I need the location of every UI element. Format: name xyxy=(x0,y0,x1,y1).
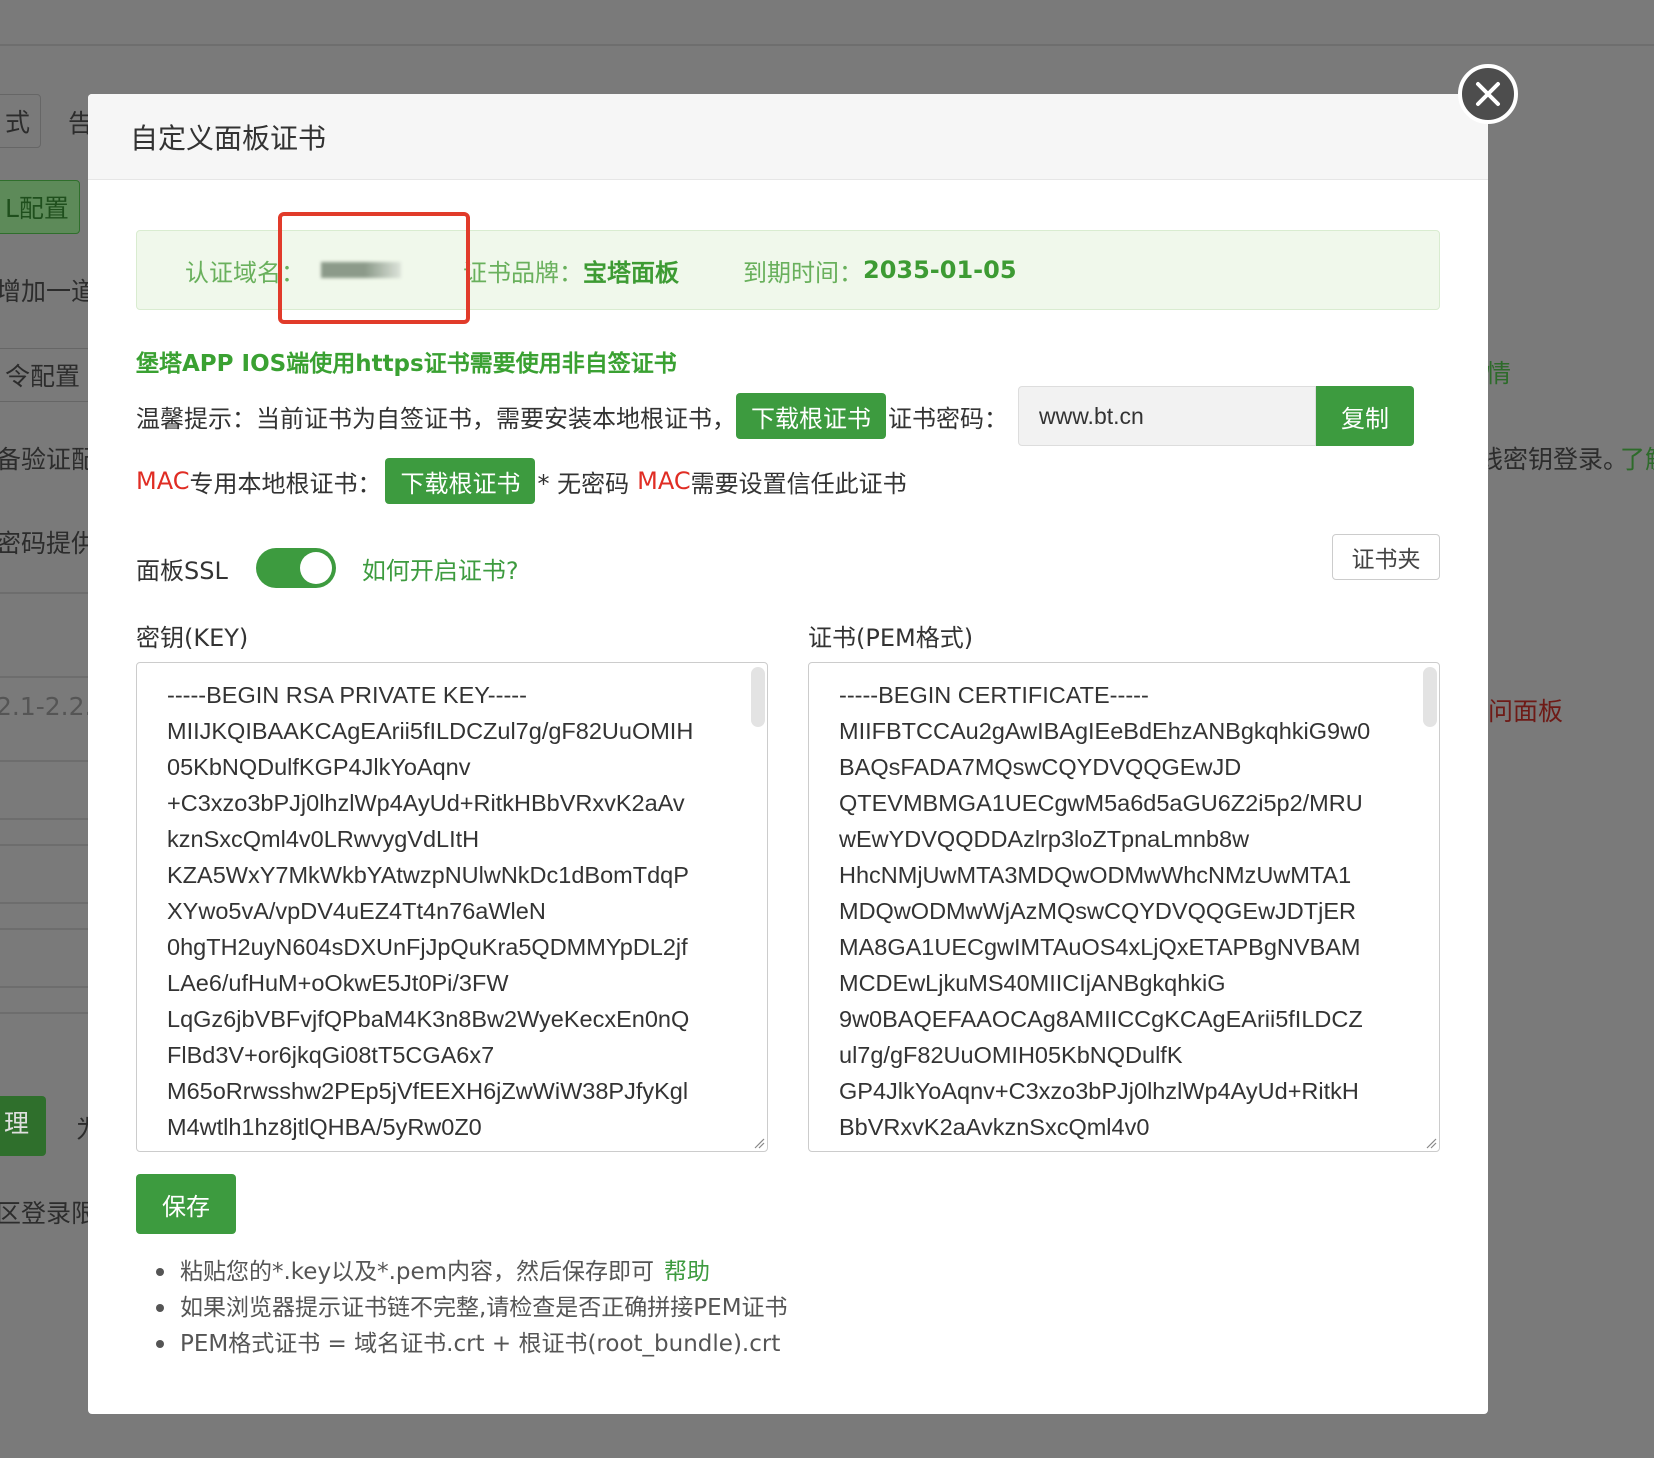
resize-handle-icon[interactable] xyxy=(753,1137,765,1149)
bg-right-text: 钱密钥登录。 xyxy=(1478,445,1629,474)
text-line: kznSxcQml4v0LRwvygVdLItH xyxy=(167,826,480,852)
text-line: M65oRrwsshw2PEp5jVfEEXH6jZwWiW38PJfyKgl xyxy=(167,1078,689,1104)
bg-manage-button: 理 xyxy=(0,1096,46,1156)
cert-password-label: 证书密码： xyxy=(888,404,1008,433)
text-line: MA8GA1UECgwIMTAuOS4xLjQxETAPBgNVBAM xyxy=(839,934,1361,960)
tip-text: 如果浏览器提示证书链不完整,请检查是否正确拼接PEM证书 xyxy=(180,1295,788,1321)
panel-ssl-toggle[interactable] xyxy=(255,548,336,588)
bg-divider xyxy=(0,1012,90,1014)
text-line: BbVRxvK2aAvkznSxcQml4v0 xyxy=(839,1114,1150,1140)
bg-divider xyxy=(0,844,90,846)
mac-label: MAC xyxy=(637,467,691,495)
dialog-header: 自定义面板证书 xyxy=(88,94,1488,180)
cert-folder-button[interactable]: 证书夹 xyxy=(1332,534,1440,580)
text-line: -----BEGIN CERTIFICATE----- xyxy=(839,682,1149,708)
bg-right-link: 情 xyxy=(1486,359,1512,388)
resize-handle-icon[interactable] xyxy=(1425,1137,1437,1149)
how-to-enable-link[interactable]: 如何开启证书? xyxy=(362,551,519,586)
text-line: ul7g/gF82UuOMIH05KbNQDulfK xyxy=(839,1042,1183,1068)
scrollbar[interactable] xyxy=(751,667,765,727)
tip-text: PEM格式证书 = 域名证书.crt + 根证书(root_bundle).cr… xyxy=(180,1331,781,1357)
expire-label: 到期时间： xyxy=(743,258,863,287)
tips-list: 粘贴您的*.key以及*.pem内容，然后保存即可 帮助 如果浏览器提示证书链不… xyxy=(156,1254,788,1362)
text-line: MIIFBTCCAu2gAwIBAgIEeBdEhzANBgkqhkiG9w0 xyxy=(839,718,1371,744)
help-link[interactable]: 帮助 xyxy=(664,1254,710,1290)
text-line: M4wtlh1hz8jtlQHBA/5yRw0Z0 xyxy=(167,1114,482,1140)
bg-divider xyxy=(0,760,90,762)
text-line: MIIJKQIBAAKCAgEArii5fILDCZul7g/gF82UuOMI… xyxy=(167,718,694,744)
download-root-cert-button[interactable]: 下载根证书 xyxy=(736,393,886,439)
text-line: FlBd3V+or6jkqGi08tT5CGA6x7 xyxy=(167,1042,495,1068)
panel-ssl-label: 面板SSL xyxy=(136,556,228,585)
text-line: 05KbNQDulfKGP4JlkYoAqnv xyxy=(167,754,471,780)
bg-region-limit-text: 区登录限 xyxy=(0,1199,97,1228)
bg-divider xyxy=(0,676,90,678)
text-line: MCDEwLjkuMS40MIICIjANBgkqhkiG xyxy=(839,970,1226,996)
cert-password-field[interactable]: www.bt.cn xyxy=(1018,386,1316,446)
bg-divider xyxy=(0,592,90,594)
tip-item: 如果浏览器提示证书链不完整,请检查是否正确拼接PEM证书 xyxy=(156,1290,788,1326)
text-line: wEwYDVQQDDAzlrp3loZTpnaLmnb8w xyxy=(839,826,1250,852)
text-line: BAQsFADA7MQswCQYDVQQGEwJD xyxy=(839,754,1242,780)
bg-divider xyxy=(0,928,90,930)
bg-password-text: 密码提供 xyxy=(0,529,97,558)
bg-mode-button: 式 xyxy=(0,94,42,148)
text-line: -----BEGIN RSA PRIVATE KEY----- xyxy=(167,682,527,708)
root-cert-hint-row: 温馨提示：当前证书为自签证书，需要安装本地根证书， 下载根证书 证书密码： ww… xyxy=(136,386,1414,446)
mac-root-cert-label: 专用本地根证书： xyxy=(189,469,382,498)
text-line: LqGz6jbVBFvjfQPbaM4K3n8Bw2WyeKecxEn0nQ xyxy=(167,1006,690,1032)
tip-item: PEM格式证书 = 域名证书.crt + 根证书(root_bundle).cr… xyxy=(156,1326,788,1362)
tip-text: 粘贴您的*.key以及*.pem内容，然后保存即可 xyxy=(180,1259,655,1285)
text-line: HhcNMjUwMTA3MDQwODMwWhcNMzUwMTA1 xyxy=(839,862,1352,888)
save-button[interactable]: 保存 xyxy=(136,1174,236,1234)
text-line: MDQwODMwWjAzMQswCQYDVQQGEwJDTjER xyxy=(839,898,1356,924)
bg-divider xyxy=(0,818,90,820)
highlight-annotation xyxy=(278,212,470,324)
bg-divider xyxy=(0,986,90,988)
hint-text: 温馨提示：当前证书为自签证书，需要安装本地根证书， xyxy=(136,404,736,433)
cert-textarea[interactable]: -----BEGIN CERTIFICATE----- MIIFBTCCAu2gA… xyxy=(808,662,1440,1152)
bg-password-config-button: 令配置 xyxy=(0,348,92,402)
close-dialog-button[interactable] xyxy=(1458,64,1518,124)
key-text: -----BEGIN RSA PRIVATE KEY----- MIIJKQIBA… xyxy=(167,677,767,1145)
cert-label: 证书(PEM格式) xyxy=(808,624,974,652)
bg-verify-text: 备验证配 xyxy=(0,445,97,474)
app-https-note: 堡塔APP IOS端使用https证书需要使用非自签证书 xyxy=(136,351,677,377)
text-line: GP4JlkYoAqnv+C3xzo3bPJj0lhzlWp4AyUd+Ritk… xyxy=(839,1078,1359,1104)
dialog-title: 自定义面板证书 xyxy=(130,121,327,155)
mac-trust-text: 需要设置信任此证书 xyxy=(690,469,907,498)
text-line: 9w0BAQEFAAOCAg8AMIICCgKCAgEArii5fILDCZ xyxy=(839,1006,1363,1032)
toggle-knob xyxy=(299,552,332,584)
key-textarea[interactable]: -----BEGIN RSA PRIVATE KEY----- MIIJKQIBA… xyxy=(136,662,768,1152)
tip-item: 粘贴您的*.key以及*.pem内容，然后保存即可 帮助 xyxy=(156,1254,788,1290)
bg-right-link: 了解 xyxy=(1620,445,1654,474)
copy-password-button[interactable]: 复制 xyxy=(1316,386,1414,446)
brand-value: 宝塔面板 xyxy=(583,258,679,287)
bg-top-divider xyxy=(0,44,1654,46)
bg-right-text: 问面板 xyxy=(1488,697,1564,726)
panel-ssl-row: 面板SSL 如何开启证书? xyxy=(136,548,519,588)
scrollbar[interactable] xyxy=(1423,667,1437,727)
brand-label: 证书品牌： xyxy=(463,258,583,287)
close-icon xyxy=(1476,82,1500,106)
text-line: +C3xzo3bPJj0lhzlWp4AyUd+RitkHBbVRxvK2aAv xyxy=(167,790,685,816)
key-label: 密钥(KEY) xyxy=(136,624,249,652)
bg-ssl-config-button: L配置 xyxy=(0,180,80,234)
no-password-text: * 无密码 xyxy=(537,469,630,498)
text-line: XYwo5vA/vpDV4uEZ4Tt4n76aWleN xyxy=(167,898,546,924)
text-line: 0hgTH2uyN604sDXUnFjJpQuKra5QDMMYpDL2jf xyxy=(167,934,688,960)
text-line: KZA5WxY7MkWkbYAtwzpNUlwNkDc1dBomTdqP xyxy=(167,862,689,888)
text-line: LAe6/ufHuM+oOkwE5Jt0Pi/3FW xyxy=(167,970,509,996)
cert-text: -----BEGIN CERTIFICATE----- MIIFBTCCAu2gA… xyxy=(839,677,1439,1145)
text-line: QTEVMBMGA1UECgwM5a6d5aGU6Z2i5p2/MRU xyxy=(839,790,1363,816)
custom-cert-dialog: 自定义面板证书 认证域名： 证书品牌： 宝塔面板 到期时间： 2035-01-0… xyxy=(88,94,1488,1414)
mac-root-cert-row: MAC 专用本地根证书： 下载根证书 * 无密码 MAC 需要设置信任此证书 xyxy=(136,458,907,504)
mac-label: MAC xyxy=(136,467,190,495)
expire-value: 2035-01-05 xyxy=(863,256,1017,284)
bg-desc-text: 增加一道 xyxy=(0,277,97,306)
bg-divider xyxy=(0,902,90,904)
mac-download-root-cert-button[interactable]: 下载根证书 xyxy=(385,458,536,504)
